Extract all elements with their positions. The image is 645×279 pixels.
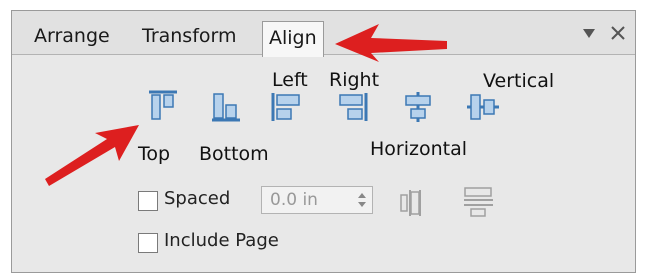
distribute-vertical-button[interactable] [462, 185, 496, 219]
callout-vertical: Vertical [483, 70, 555, 92]
include-page-checkbox[interactable] [138, 233, 158, 253]
panel-menu-arrow-icon[interactable] [583, 29, 595, 39]
spaced-checkbox[interactable] [138, 191, 158, 211]
stepper-arrows-icon[interactable] [354, 189, 370, 211]
annotation-arrow-icon [335, 24, 447, 62]
align-left-button[interactable] [270, 91, 302, 123]
spacing-value[interactable]: 0.0 in [270, 187, 318, 213]
callout-horizontal: Horizontal [370, 138, 468, 160]
align-vertical-center-button[interactable] [466, 91, 500, 123]
align-top-button[interactable] [147, 89, 179, 121]
annotation-arrow-icon [45, 125, 139, 186]
callout-left: Left [272, 69, 308, 91]
callout-right: Right [329, 69, 380, 91]
tab-bar: Arrange Transform Align [12, 11, 635, 57]
align-horizontal-center-button[interactable] [402, 91, 434, 123]
tab-arrange[interactable]: Arrange [34, 23, 110, 53]
include-page-label: Include Page [164, 230, 279, 251]
spacing-stepper[interactable]: 0.0 in [261, 186, 373, 214]
tab-transform[interactable]: Transform [142, 23, 237, 53]
tab-align[interactable]: Align [262, 21, 324, 57]
close-icon[interactable] [610, 25, 626, 41]
distribute-horizontal-button[interactable] [398, 187, 430, 219]
callout-bottom: Bottom [199, 143, 269, 165]
align-right-button[interactable] [337, 91, 369, 123]
align-bottom-button[interactable] [210, 91, 242, 123]
spaced-label: Spaced [164, 188, 231, 209]
